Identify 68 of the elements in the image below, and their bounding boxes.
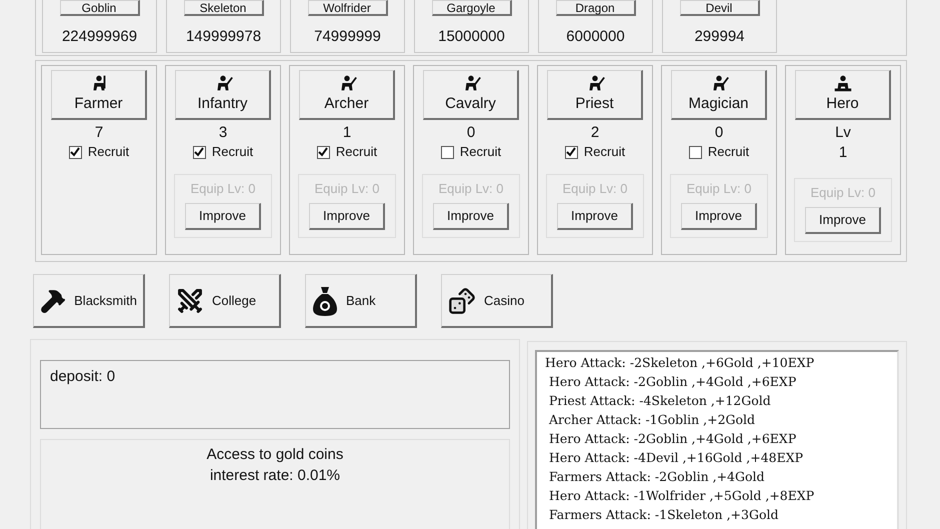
monster-count: 6000000 — [566, 27, 625, 47]
equip-level: Equip Lv: 0 — [438, 180, 504, 198]
money-bag-icon — [312, 284, 338, 316]
unit-button[interactable]: Archer — [299, 70, 395, 120]
monster-button[interactable]: Devil — [680, 0, 760, 16]
equip-level: Equip Lv: 0 — [562, 180, 628, 198]
dice-icon — [448, 286, 476, 314]
recruit-checkbox[interactable]: Recruit — [440, 143, 502, 161]
unit-button[interactable]: Farmer — [51, 70, 147, 120]
monster-button[interactable]: Goblin — [60, 0, 140, 16]
recruit-checkbox[interactable]: Recruit — [316, 143, 378, 161]
interest-rate: interest rate: 0.01% — [210, 466, 340, 486]
monster-count: 149999978 — [186, 27, 262, 47]
building-button[interactable]: Casino — [441, 274, 553, 328]
unit-count: 3 — [218, 123, 228, 143]
unit-count: 2 — [590, 123, 600, 143]
improve-button[interactable]: Improve — [805, 206, 881, 234]
check-icon — [566, 147, 576, 157]
equip-level: Equip Lv: 0 — [810, 184, 876, 202]
unit-count: 0 — [714, 123, 724, 143]
building-button[interactable]: Blacksmith — [33, 274, 145, 328]
log-line: Hero Attack: -1Wolfrider ,+5Gold ,+8EXP — [548, 487, 816, 505]
equip-level: Equip Lv: 0 — [190, 180, 256, 198]
monster-button[interactable]: Skeleton — [184, 0, 264, 16]
unit-button[interactable]: Infantry — [175, 70, 271, 120]
log-line: Hero Attack: -2Goblin ,+4Gold ,+6EXP — [548, 430, 798, 448]
unit-count: 7 — [94, 123, 104, 143]
recruit-checkbox[interactable]: Recruit — [68, 143, 130, 161]
log-line: Hero Attack: -2Skeleton ,+6Gold ,+10EXP — [545, 354, 816, 372]
log-line: Hero Attack: -2Goblin ,+4Gold ,+6EXP — [548, 373, 798, 391]
improve-button[interactable]: Improve — [309, 202, 385, 230]
level-value: 1 — [838, 143, 848, 163]
improve-button[interactable]: Improve — [433, 202, 509, 230]
check-icon — [194, 147, 204, 157]
monster-button[interactable]: Dragon — [556, 0, 636, 16]
unit-button[interactable]: Hero — [795, 70, 891, 120]
log-line: Priest Attack: -4Skeleton ,+12Gold — [548, 392, 772, 410]
monster-count: 299994 — [694, 27, 745, 47]
improve-button[interactable]: Improve — [557, 202, 633, 230]
monster-button[interactable]: Wolfrider — [308, 0, 388, 16]
unit-button[interactable]: Cavalry — [423, 70, 519, 120]
log-line: Farmers Attack: -1Skeleton ,+3Gold — [548, 506, 780, 524]
level-label: Lv — [835, 123, 851, 143]
unit-count: 0 — [466, 123, 476, 143]
building-button[interactable]: Bank — [305, 274, 417, 328]
equip-level: Equip Lv: 0 — [314, 180, 380, 198]
log-line: Farmers Attack: -2Goblin ,+4Gold — [548, 468, 766, 486]
improve-button[interactable]: Improve — [681, 202, 757, 230]
unit-count: 1 — [342, 123, 352, 143]
log-line: Hero Attack: -4Devil ,+16Gold ,+48EXP — [548, 449, 804, 467]
log-line: Archer Attack: -1Goblin ,+2Gold — [548, 411, 756, 429]
deposit-text: deposit: 0 — [50, 368, 116, 385]
check-icon — [318, 147, 328, 157]
unit-button[interactable]: Priest — [547, 70, 643, 120]
monster-count: 74999999 — [314, 27, 381, 47]
monster-count: 224999969 — [62, 27, 138, 47]
crossed-swords-icon — [176, 286, 204, 314]
monster-count: 15000000 — [438, 27, 505, 47]
recruit-checkbox[interactable]: Recruit — [192, 143, 254, 161]
equip-level: Equip Lv: 0 — [686, 180, 752, 198]
check-icon — [70, 147, 80, 157]
building-button[interactable]: College — [169, 274, 281, 328]
improve-button[interactable]: Improve — [185, 202, 261, 230]
monster-button[interactable]: Gargoyle — [432, 0, 512, 16]
unit-button[interactable]: Magician — [671, 70, 767, 120]
recruit-checkbox[interactable]: Recruit — [564, 143, 626, 161]
recruit-checkbox[interactable]: Recruit — [688, 143, 750, 161]
access-title: Access to gold coins — [206, 445, 344, 465]
